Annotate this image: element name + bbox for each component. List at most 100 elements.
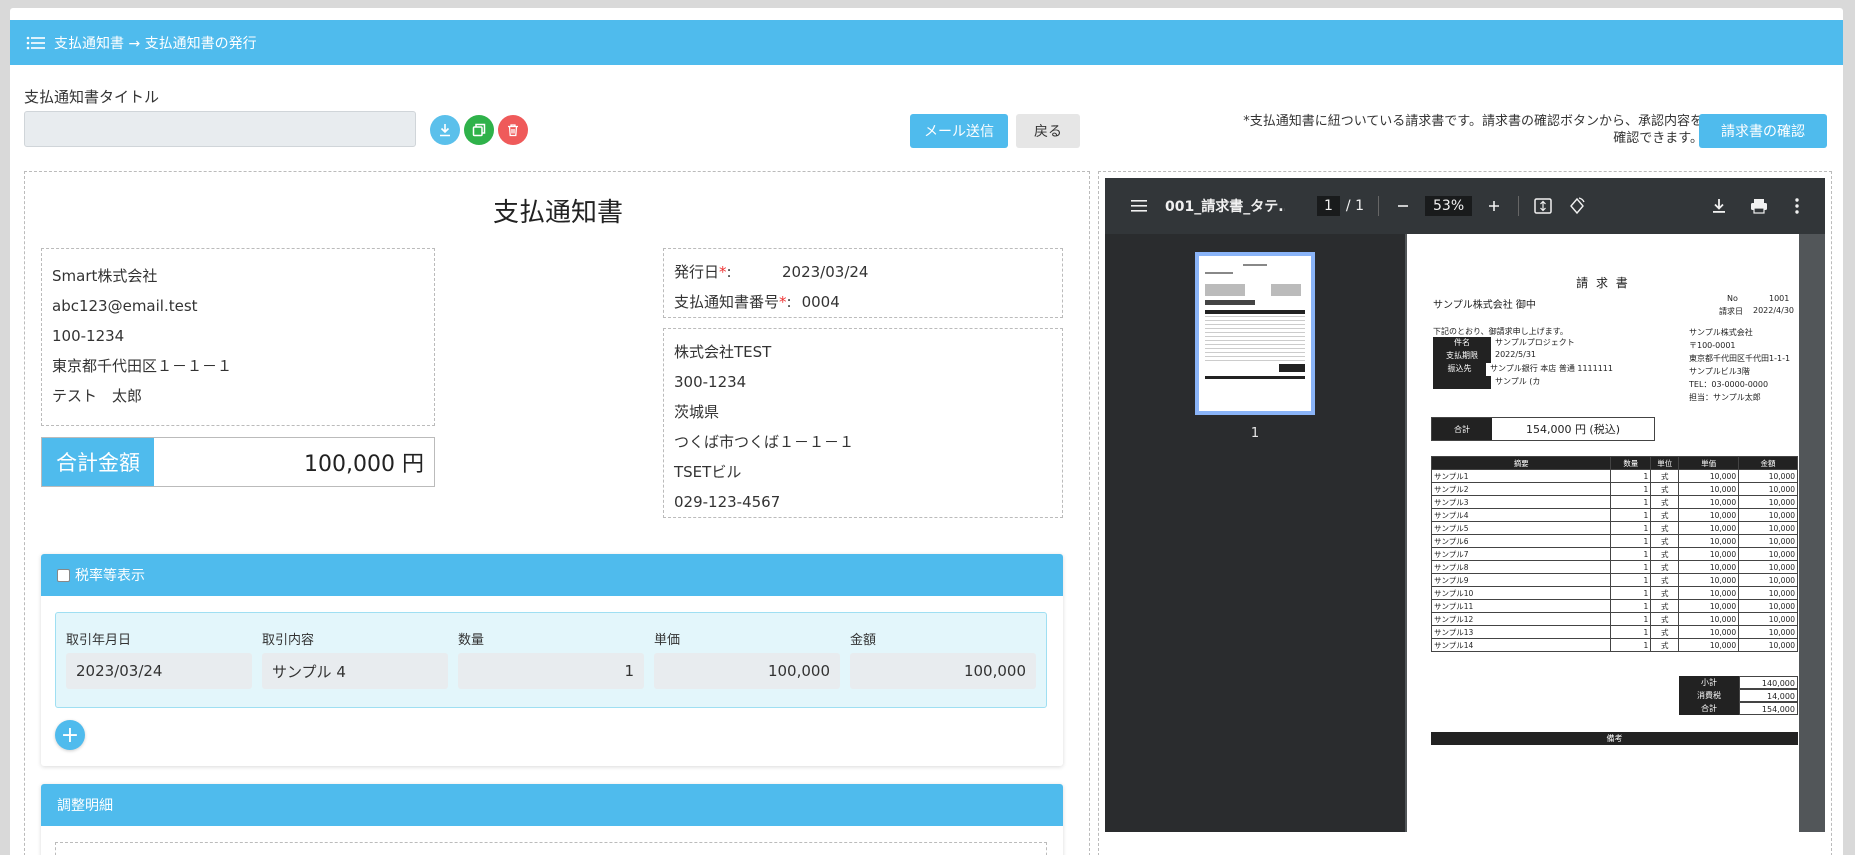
title-input[interactable] [24,111,416,147]
print-icon[interactable] [1749,196,1769,216]
confirm-invoice-button[interactable]: 請求書の確認 [1699,114,1827,148]
table-cell: 10,000 [1738,547,1798,561]
pdf-download-icon[interactable] [1709,196,1729,216]
invoice-field-row: 支払期限 2022/5/31 [1433,350,1613,363]
add-row-button[interactable]: + [55,720,85,750]
tax-display-label[interactable]: 税率等表示 [75,565,145,585]
table-cell: 10,000 [1738,521,1798,535]
app-window: 支払通知書 → 支払通知書の発行 支払通知書タイトル メール送信 戻る *支払通… [10,8,1843,855]
table-cell: 式 [1650,638,1680,652]
adjustment-section: 調整明細 [41,784,1063,855]
amount-input[interactable]: 100,000 [850,653,1036,689]
toolbar-divider [1518,196,1520,216]
page-thumbnail[interactable] [1195,252,1315,415]
recipient-company: 株式会社TEST [674,343,772,361]
back-button[interactable]: 戻る [1016,114,1080,148]
content-input[interactable]: サンプル 4 [262,653,448,689]
invoice-field-label: 振込先 [1433,363,1486,376]
invoice-field-label: 支払期限 [1433,350,1491,363]
invoice-preview-panel: 001_請求書_タテ... 1 / 1 53% 1 請 求 書 サンプル株式会社… [1098,171,1832,855]
table-cell: 1 [1610,573,1652,587]
table-cell: 10,000 [1678,638,1740,652]
table-cell: サンプル14 [1430,638,1612,652]
issuer-line: サンプル株式会社 [1689,328,1753,337]
table-cell: サンプル13 [1430,625,1612,639]
recipient-postal: 300-1234 [674,373,747,391]
col-unit-price: 単価 100,000 [654,629,840,689]
thumbnail-sidebar: 1 [1105,234,1405,832]
table-cell: 式 [1650,573,1680,587]
table-header: 単位 [1650,456,1680,470]
recipient-prefecture: 茨城県 [674,403,720,421]
invoice-field-row: 振込先 サンプル銀行 本店 普通 1111111 [1433,363,1613,376]
trash-icon [508,124,518,137]
table-cell: 10,000 [1738,495,1798,509]
table-cell: 10,000 [1738,625,1798,639]
fit-page-icon[interactable] [1533,196,1553,216]
date-input[interactable]: 2023/03/24 [66,653,252,689]
tax-display-checkbox[interactable] [57,568,70,582]
issue-info[interactable]: 発行日*: 2023/03/24 支払通知書番号*: 0004 [663,248,1063,318]
copy-button[interactable] [464,115,494,145]
table-cell: 式 [1650,521,1680,535]
table-cell: サンプル10 [1430,586,1612,600]
issue-date-label: 発行日 [674,263,720,281]
col-qty-label: 数量 [458,633,485,648]
table-cell: 式 [1650,469,1680,483]
table-cell: サンプル11 [1430,599,1612,613]
thumbnail-preview-icon [1205,264,1305,379]
table-cell: 式 [1650,547,1680,561]
table-cell: 1 [1610,495,1652,509]
more-options-icon[interactable] [1787,196,1807,216]
qty-input[interactable]: 1 [458,653,644,689]
invoice-summary: 小計 140,000 消費税 14,000 合計 154,000 [1407,676,1799,715]
zoom-in-icon[interactable] [1484,196,1504,216]
table-cell: 10,000 [1678,560,1740,574]
rotate-icon[interactable] [1567,196,1587,216]
invoice-no-value: 1001 [1769,294,1790,303]
sender-info[interactable]: Smart株式会社 abc123@email.test 100-1234 東京都… [41,248,435,426]
breadcrumb[interactable]: 支払通知書 → 支払通知書の発行 [54,33,257,53]
zoom-out-icon[interactable] [1393,196,1413,216]
table-row: サンプル9 1 式 10,000 10,000 [1430,573,1798,587]
header-bar: 支払通知書 → 支払通知書の発行 [10,20,1843,65]
table-row: サンプル10 1 式 10,000 10,000 [1430,586,1798,600]
table-cell: 1 [1610,469,1652,483]
required-mark: * [719,263,727,281]
summary-label: 合計 [1679,702,1739,715]
table-header: 金額 [1738,456,1798,470]
issuer-block: サンプル株式会社 〒100-0001 東京都千代田区千代田1-1-1 サンプルビ… [1689,326,1790,404]
table-row: サンプル4 1 式 10,000 10,000 [1430,508,1798,522]
total-amount: 合計金額 100,000 円 [41,437,435,487]
table-cell: 1 [1610,625,1652,639]
table-row: サンプル8 1 式 10,000 10,000 [1430,560,1798,574]
table-cell: 10,000 [1738,560,1798,574]
table-cell: 式 [1650,482,1680,496]
pdf-viewer: 001_請求書_タテ... 1 / 1 53% 1 請 求 書 サンプル株式会社… [1105,178,1825,832]
recipient-info[interactable]: 株式会社TEST 300-1234 茨城県 つくば市つくば１－１－１ TSETビ… [663,328,1063,518]
invoice-title: 請 求 書 [1576,276,1630,290]
invoice-field-value: サンプル銀行 本店 普通 1111111 [1489,364,1613,373]
zoom-level[interactable]: 53% [1425,196,1473,216]
table-cell: サンプル6 [1430,534,1612,548]
col-content-label: 取引内容 [262,633,315,648]
unit-price-input[interactable]: 100,000 [654,653,840,689]
page-number-input[interactable]: 1 [1317,196,1340,216]
delete-button[interactable] [498,115,528,145]
download-button[interactable] [430,115,460,145]
invoice-field-label: 件名 [1433,337,1491,350]
sender-postal: 100-1234 [52,327,125,345]
mail-send-button[interactable]: メール送信 [910,114,1008,148]
col-date-label: 取引年月日 [66,633,132,648]
table-cell: サンプル2 [1430,482,1612,496]
remarks-header: 備考 [1431,732,1798,745]
copy-icon [472,123,486,137]
recipient-address: つくば市つくば１－１－１ [674,433,855,451]
table-row: サンプル5 1 式 10,000 10,000 [1430,521,1798,535]
invoice-field-value: 2022/5/31 [1495,350,1537,359]
menu-icon[interactable] [1131,199,1147,213]
table-cell: サンプル8 [1430,560,1612,574]
invoice-field-row: サンプル (カ [1433,376,1613,389]
invoice-page: 請 求 書 サンプル株式会社 御中 No 1001 請求日 2022/4/30 … [1407,234,1799,832]
table-cell: 式 [1650,495,1680,509]
